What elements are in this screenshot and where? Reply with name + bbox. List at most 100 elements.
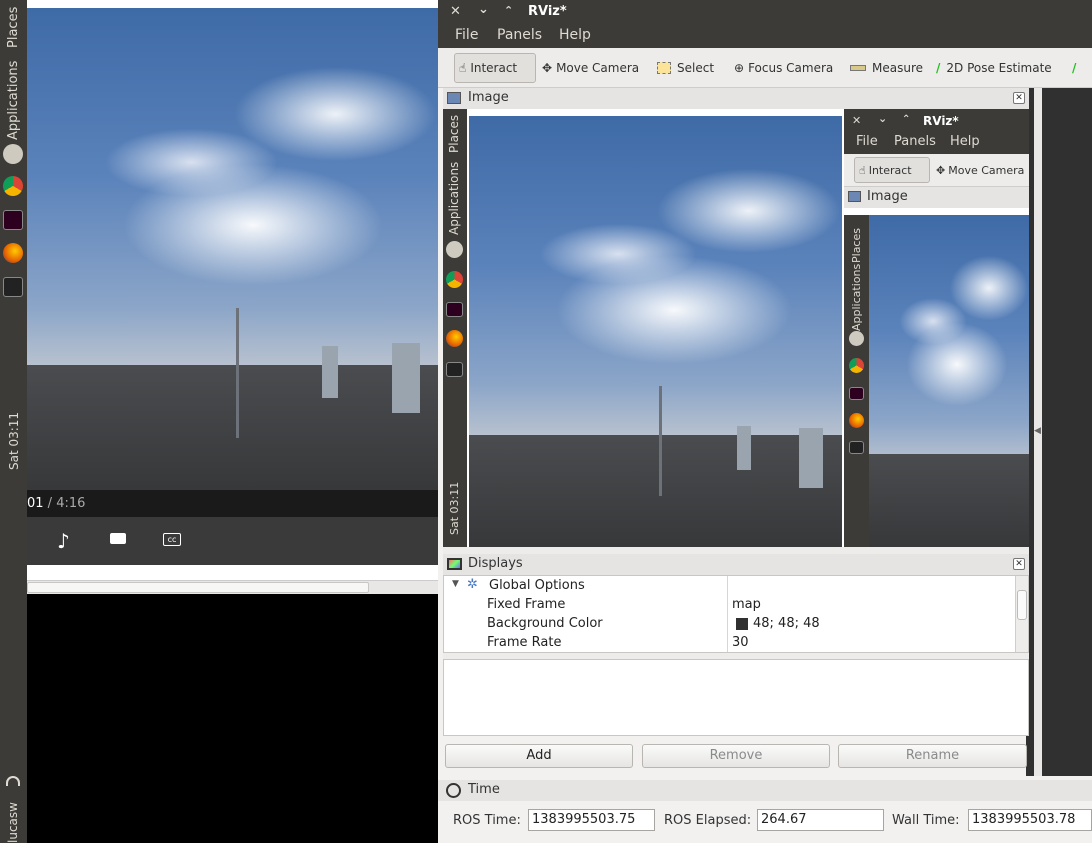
close-icon[interactable]: ✕ (450, 4, 461, 19)
ros-time-label: ROS Time: (453, 813, 521, 828)
nested-applications-menu: Applications (850, 263, 863, 331)
gear-icon: ✲ (467, 577, 478, 592)
horizontal-scrollbar[interactable] (27, 580, 438, 594)
nested-close-icon: ✕ (852, 114, 862, 127)
menu-panels[interactable]: Panels (497, 27, 542, 43)
nested-menu-panels: Panels (894, 134, 936, 149)
camera-image (469, 116, 842, 547)
nested-interact-tool: ☝ Interact (854, 157, 930, 183)
nested-move-camera-tool: ✥ Move Camera (936, 163, 1025, 177)
captions-icon[interactable]: cc (163, 533, 181, 546)
tool-bar: ☝ Interact ✥ Move Camera Select ⊕ Focus Cam… (438, 48, 1092, 88)
video-timebar: 01 / 4:16 (27, 490, 438, 517)
chrome-icon (446, 271, 463, 288)
menu-bar: File Panels Help (438, 24, 1092, 48)
focus-camera-tool[interactable]: ⊕ Focus Camera (730, 53, 837, 83)
interact-tool[interactable]: ☝ Interact (454, 53, 536, 83)
move-camera-tool[interactable]: ✥ Move Camera (538, 53, 643, 83)
menu-file[interactable]: File (455, 27, 478, 43)
firefox-icon (849, 413, 864, 428)
firefox-icon[interactable] (3, 243, 23, 263)
clock-icon (446, 783, 461, 798)
nested-minimize-icon: ⌄ (878, 112, 888, 125)
property-description (443, 659, 1029, 736)
firefox-icon (446, 330, 463, 347)
wall-time-field[interactable]: 1383995503.78 (968, 809, 1092, 831)
applications-menu[interactable]: Applications (6, 61, 21, 140)
close-panel-icon[interactable]: ✕ (1013, 92, 1025, 104)
nested-places-menu: Places (850, 228, 863, 263)
clock[interactable]: Sat 03:11 (7, 412, 21, 470)
tree-row-fixed-frame[interactable]: Fixed Frame map (444, 596, 1014, 615)
tree-row-background-color[interactable]: Background Color 48; 48; 48 (444, 615, 1014, 634)
nested-rviz-window: ✕ ⌄ ⌃ RViz* File Panels Help ☝ Interact ✥… (844, 109, 1029, 547)
menu-help[interactable]: Help (559, 27, 591, 43)
move-icon: ✥ (542, 61, 553, 75)
image-panel-title: Image (468, 90, 509, 105)
add-button[interactable]: Add (445, 744, 633, 768)
pose-estimate-tool[interactable]: /2D Pose Estimate (932, 53, 1056, 83)
video-frame[interactable] (27, 8, 438, 490)
displays-panel-header: Displays ✕ (443, 554, 1029, 575)
minimize-icon[interactable]: ⌄ (478, 2, 489, 17)
inner-applications-menu: Applications (447, 161, 461, 235)
hand-icon: ☝ (459, 61, 467, 75)
chrome-icon[interactable] (3, 176, 23, 196)
ubuntu-icon[interactable] (3, 144, 23, 164)
displays-tree: ▼ ✲ Global Options Fixed Frame map Backg… (443, 575, 1029, 653)
tree-row-global-options[interactable]: ▼ ✲ Global Options (444, 577, 1014, 596)
image-icon (848, 191, 861, 202)
monitor-icon (447, 558, 462, 570)
ubuntu-icon (446, 241, 463, 258)
terminal-icon (446, 302, 463, 317)
color-swatch[interactable] (736, 618, 748, 630)
image-icon (447, 92, 461, 104)
inner-launcher: Places Applications Sat 03:11 (443, 109, 467, 547)
ros-time-field[interactable]: 1383995503.75 (528, 809, 655, 831)
time-panel-header: Time (438, 780, 1092, 801)
places-menu[interactable]: Places (6, 7, 21, 48)
user-menu[interactable]: lucasw (6, 802, 20, 843)
displays-title: Displays (468, 556, 523, 571)
focus-icon: ⊕ (734, 61, 745, 75)
ruler-icon (850, 65, 866, 71)
goal-tool[interactable]: / (1068, 53, 1080, 83)
wifi-icon[interactable] (6, 776, 20, 786)
tree-row-frame-rate[interactable]: Frame Rate 30 (444, 634, 1014, 653)
time-title: Time (468, 782, 500, 797)
ros-elapsed-field[interactable]: 264.67 (757, 809, 884, 831)
current-time: 01 (27, 496, 44, 511)
video-controls: ♪ cc (27, 517, 438, 565)
inner-clock: Sat 03:11 (448, 481, 461, 535)
nested-maximize-icon: ⌃ (902, 114, 911, 125)
total-time: / 4:16 (43, 496, 86, 511)
rename-button[interactable]: Rename (838, 744, 1027, 768)
nested-menu-help: Help (950, 134, 980, 149)
maximize-icon[interactable]: ⌃ (504, 4, 513, 17)
expand-arrow-icon[interactable]: ▼ (452, 579, 459, 589)
measure-tool[interactable]: Measure (846, 53, 927, 83)
green-arrow-icon: / (1072, 61, 1077, 75)
image-view: Places Applications Sat 03:11 ✕ ⌄ ⌃ RViz… (443, 109, 1029, 547)
annotations-icon[interactable] (110, 533, 126, 544)
nested-window-title: RViz* (923, 114, 959, 128)
close-panel-icon[interactable]: ✕ (1013, 558, 1025, 570)
wall-time-label: Wall Time: (892, 813, 960, 828)
ubuntu-icon (849, 331, 864, 346)
vertical-scrollbar[interactable] (1015, 576, 1028, 652)
collapse-arrow-icon[interactable]: ◀ (1034, 426, 1041, 436)
remove-button[interactable]: Remove (642, 744, 830, 768)
rviz-window: ✕ ⌄ ⌃ RViz* File Panels Help ☝ Interact ✥… (438, 0, 1092, 843)
nested-launcher: Places Applications (847, 215, 867, 547)
vertical-splitter[interactable] (443, 547, 1029, 554)
image-panel-header: Image ✕ (443, 88, 1029, 109)
hand-icon: ☝ (859, 163, 866, 177)
select-tool[interactable]: Select (653, 53, 718, 83)
right-dock-splitter[interactable]: ◀ (1034, 88, 1042, 776)
terminal-icon[interactable] (3, 210, 23, 230)
nested-camera-image (869, 215, 1029, 547)
green-arrow-icon: / (936, 61, 941, 75)
chrome-icon (849, 358, 864, 373)
system-monitor-icon[interactable] (3, 277, 23, 297)
music-icon[interactable]: ♪ (57, 529, 70, 553)
